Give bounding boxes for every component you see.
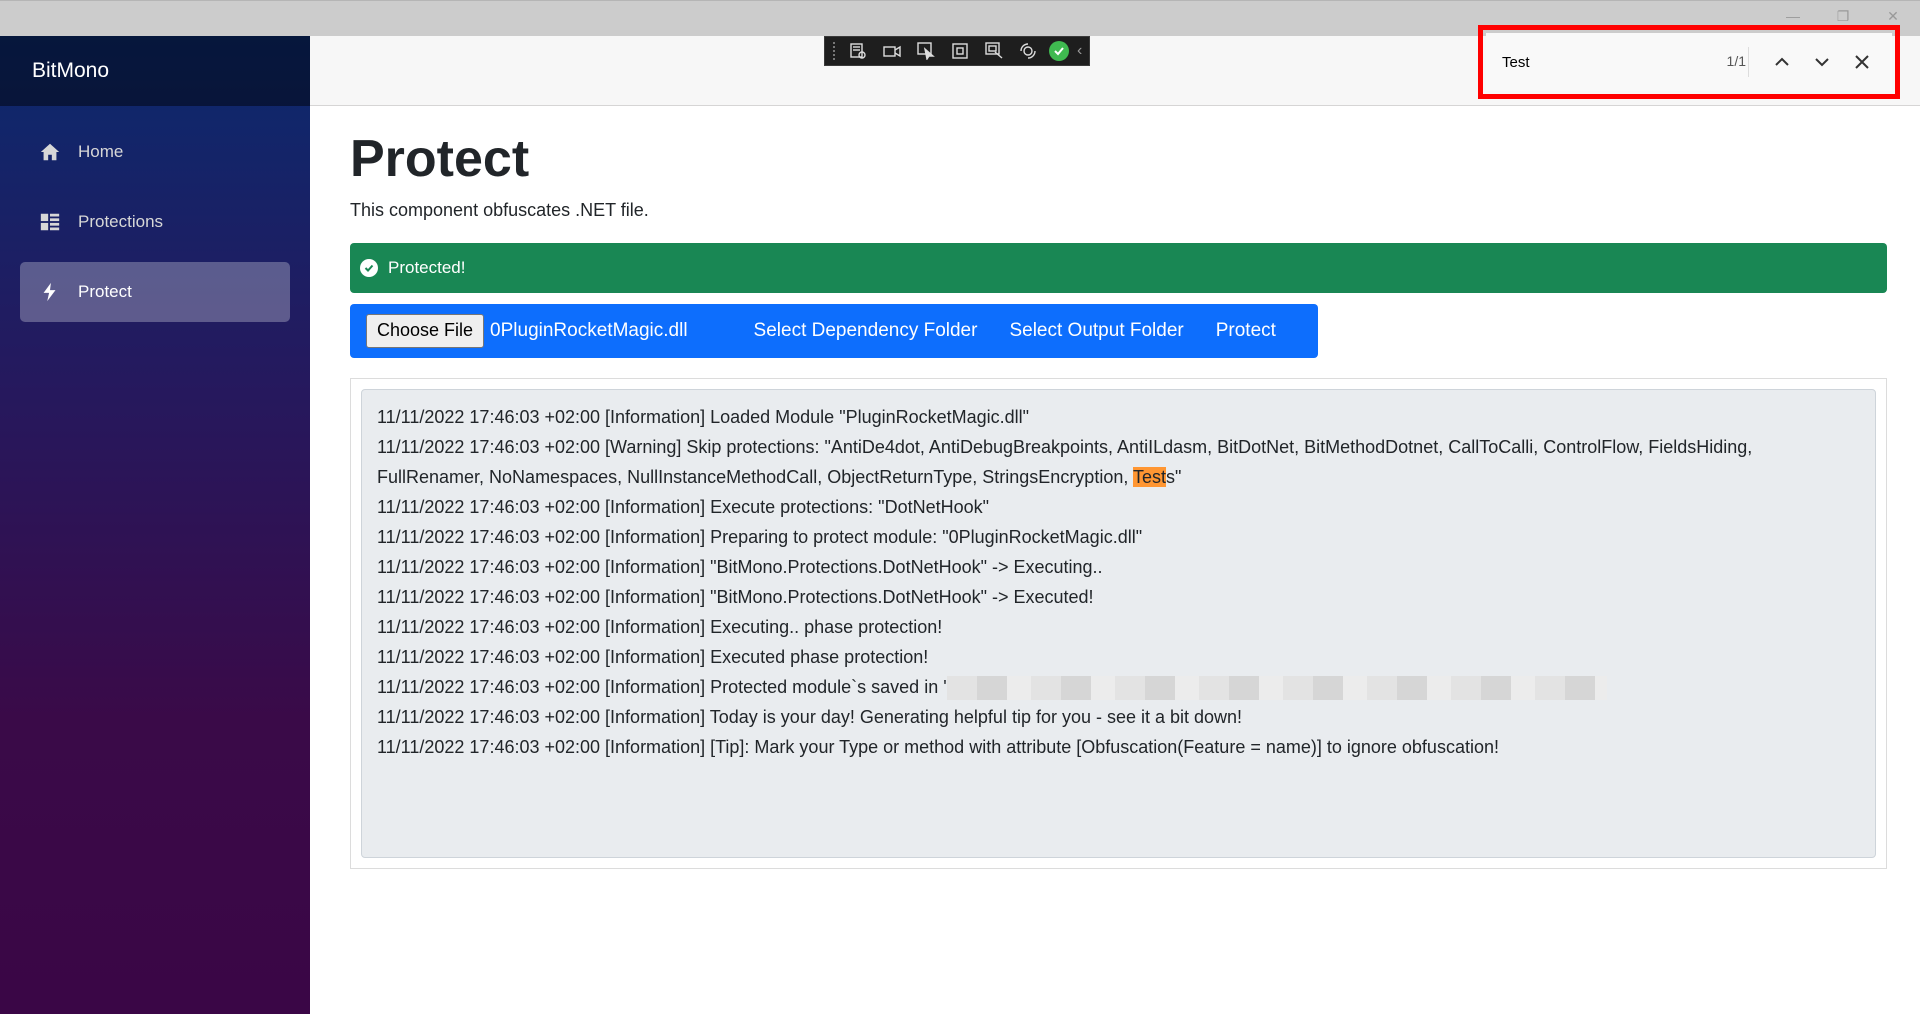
chevron-down-icon[interactable] (1808, 48, 1836, 76)
sidebar-item-label: Protect (78, 282, 132, 301)
protect-button[interactable]: Protect (1216, 320, 1276, 342)
status-ok-icon[interactable] (1049, 41, 1069, 61)
log-line-text: 11/11/2022 17:46:03 +02:00 [Information]… (377, 676, 947, 697)
sidebar-item-protect[interactable]: Protect (20, 262, 290, 322)
redacted-path (946, 676, 1607, 701)
sidebar-item-label: Protections (78, 212, 164, 231)
log-line: 11/11/2022 17:46:03 +02:00 [Information]… (377, 496, 989, 517)
bolt-icon (38, 280, 62, 304)
choose-file-button[interactable]: Choose File (366, 313, 485, 348)
sidebar: BitMono Home Protections Protect (0, 36, 310, 1014)
main-content: Protect This component obfuscates .NET f… (350, 106, 1887, 869)
sidebar-nav: Home Protections Protect (0, 106, 310, 322)
minimize-icon[interactable]: — (1778, 5, 1808, 27)
log-line: 11/11/2022 17:46:03 +02:00 [Information]… (377, 616, 943, 637)
log-line: 11/11/2022 17:46:03 +02:00 [Information]… (377, 406, 1030, 427)
log-textarea[interactable]: 11/11/2022 17:46:03 +02:00 [Information]… (361, 388, 1876, 858)
log-line: 11/11/2022 17:46:03 +02:00 [Information]… (377, 706, 1243, 727)
log-line: 11/11/2022 17:46:03 +02:00 [Information]… (377, 736, 1499, 757)
grip-icon[interactable] (833, 42, 837, 60)
collapse-chevron-icon[interactable]: ‹ (1077, 42, 1082, 60)
check-circle-icon (360, 258, 378, 277)
maximize-icon[interactable]: ❐ (1828, 5, 1858, 27)
list-icon (38, 210, 62, 234)
find-input[interactable] (1502, 51, 1682, 73)
brand-bar: BitMono (0, 36, 310, 106)
camera-icon[interactable] (879, 40, 905, 62)
sidebar-item-label: Home (78, 142, 124, 161)
log-line-text: s" (1166, 466, 1182, 487)
log-line-text: 11/11/2022 17:46:03 +02:00 [Warning] Ski… (377, 436, 1753, 487)
page-description: This component obfuscates .NET file. (350, 199, 649, 220)
chevron-up-icon[interactable] (1768, 48, 1796, 76)
page-title: Protect (350, 130, 530, 188)
log-line: 11/11/2022 17:46:03 +02:00 [Information]… (377, 526, 1143, 547)
log-line: 11/11/2022 17:46:03 +02:00 [Information]… (377, 556, 1103, 577)
log-line: 11/11/2022 17:46:03 +02:00 [Information]… (377, 646, 929, 667)
brand-title[interactable]: BitMono (32, 59, 109, 83)
select-output-folder-button[interactable]: Select Output Folder (1009, 320, 1183, 342)
log-line: 11/11/2022 17:46:03 +02:00 [Information]… (377, 586, 1094, 607)
sidebar-item-home[interactable]: Home (20, 122, 290, 182)
display-layout-icon[interactable] (947, 40, 973, 62)
find-bar: 1/1 (1486, 33, 1892, 91)
find-divider (1748, 47, 1749, 77)
home-icon (38, 140, 62, 164)
alert-text: Protected! (388, 257, 466, 277)
window-close-icon[interactable]: ✕ (1878, 5, 1908, 27)
action-bar: Choose File 0PluginRocketMagic.dll Selec… (350, 303, 1318, 358)
devtools-toolbar: ‹ (824, 36, 1090, 66)
log-line: 11/11/2022 17:46:03 +02:00 [Information]… (377, 672, 1860, 702)
hot-reload-icon[interactable] (1015, 40, 1041, 62)
success-alert: Protected! (350, 242, 1887, 293)
sidebar-item-protections[interactable]: Protections (20, 192, 290, 252)
live-tree-icon[interactable] (845, 40, 871, 62)
track-focus-icon[interactable] (981, 40, 1007, 62)
selected-file-name: 0PluginRocketMagic.dll (490, 319, 688, 341)
log-line: 11/11/2022 17:46:03 +02:00 [Warning] Ski… (377, 432, 1860, 492)
select-element-icon[interactable] (913, 40, 939, 62)
log-container: 11/11/2022 17:46:03 +02:00 [Information]… (350, 377, 1887, 869)
find-match-highlight: Test (1133, 466, 1167, 487)
find-match-count: 1/1 (1726, 53, 1746, 69)
close-icon[interactable] (1848, 48, 1876, 76)
select-dependency-folder-button[interactable]: Select Dependency Folder (754, 320, 978, 342)
